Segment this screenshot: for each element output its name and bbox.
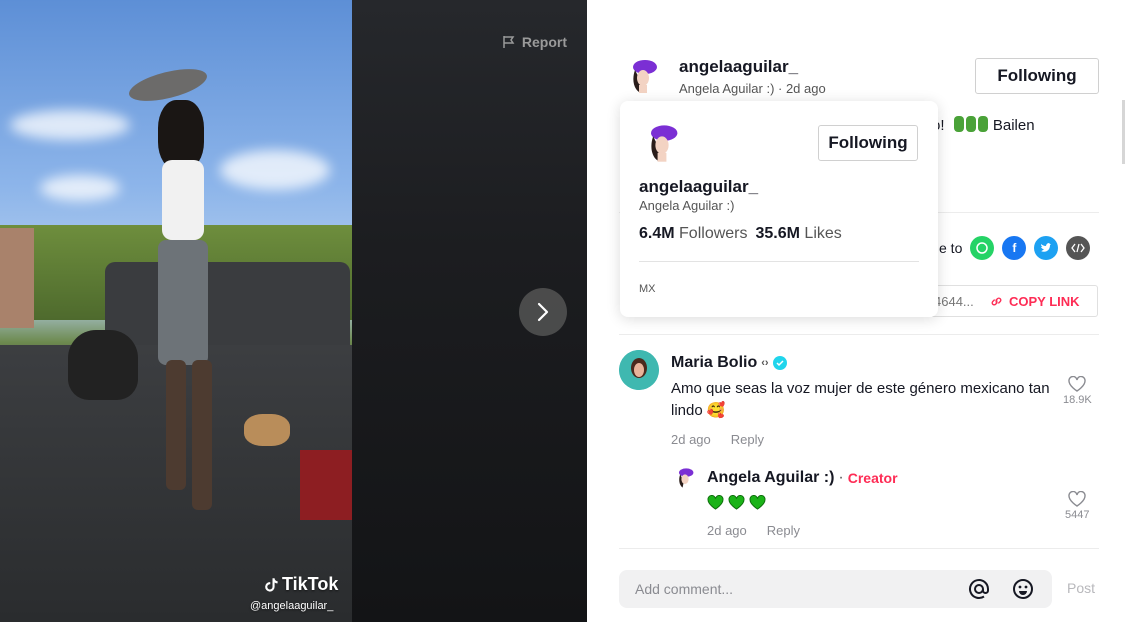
watermark-handle: @angelaaguilar_ [250,600,334,612]
comment-meta: 2d ago Reply [671,432,1091,447]
author-username[interactable]: angelaaguilar_ [679,57,826,77]
dog [68,330,138,400]
comment-like-button[interactable]: 5447 [1065,491,1089,521]
comment-text [707,495,1067,515]
likes-stat: 35.6M Likes [756,225,842,243]
person [126,62,220,510]
copy-link-label: COPY LINK [1009,293,1080,309]
jeans [158,240,208,365]
followers-stat: 6.4M Followers [639,225,748,243]
author-header: angelaaguilar_ Angela Aguilar :) · 2d ag… [623,56,826,96]
reply-button[interactable]: Reply [731,432,764,447]
author-subline: Angela Aguilar :) · 2d ago [679,80,826,96]
following-button[interactable]: Following [975,58,1099,94]
avatar-illustration [633,60,657,93]
copy-link-row: 4644... COPY LINK [932,285,1098,317]
likes-count: 35.6M [755,225,800,242]
share-row: e to f [939,236,1091,260]
emoji-icon[interactable] [1010,576,1036,602]
likes-label: Likes [804,225,842,242]
comment-input[interactable] [635,581,948,597]
avatar-illustration [679,468,694,488]
boot-left [166,360,186,490]
comment-time: 2d ago [671,432,711,447]
heart-outline-icon [1068,491,1086,507]
whatsapp-icon[interactable] [970,236,995,260]
commenter-avatar[interactable] [619,350,659,390]
link-icon [991,297,1002,305]
commenter-name[interactable]: Maria Bolio ‹› [671,354,1091,372]
name-separator: · [838,469,844,486]
name-suffix: ‹› [761,357,769,369]
reply-button[interactable]: Reply [767,523,800,538]
caption: o! Bailen [932,116,1035,134]
card-username[interactable]: angelaaguilar_ [639,177,758,197]
heart-outline-icon [1068,376,1087,392]
twitter-icon[interactable] [1034,236,1059,260]
video-url[interactable]: 4644... [932,294,980,309]
card-stats: 6.4M Followers 35.6M Likes [639,225,842,243]
followers-label: Followers [679,225,748,242]
divider [619,548,1099,549]
report-label: Report [521,34,567,50]
profile-hover-card: Following angelaaguilar_ Angela Aguilar … [620,101,938,317]
creator-name-text: Angela Aguilar :) [707,469,835,486]
card-display-name: Angela Aguilar :) [639,198,735,213]
top [162,160,204,240]
post-button[interactable]: Post [1067,580,1095,596]
video-panel[interactable]: TikTok @angelaaguilar_ Report [0,0,587,622]
creator-badge: Creator [847,470,898,486]
tiktok-watermark-text: TikTok [282,574,339,594]
comment-like-button[interactable]: 18.9K [1063,376,1092,406]
green-heart-icon [707,495,724,510]
card-divider [639,261,919,262]
comment-like-count: 5447 [1065,509,1090,521]
followers-count: 6.4M [639,225,675,242]
chevron-right-icon [537,302,549,322]
boot-right [192,360,212,510]
share-label: e to [939,240,963,256]
creator-name[interactable]: Angela Aguilar :) · Creator [707,469,1067,487]
avatar-illustration [651,125,678,162]
green-heart-icon [728,495,745,510]
embed-icon[interactable] [1066,236,1091,260]
verified-icon [772,356,787,370]
card-region: MX [639,283,656,295]
tail-light [300,450,352,520]
comment-time: 2d ago [707,523,747,538]
flag-icon [503,36,515,48]
card-following-button[interactable]: Following [818,125,918,161]
avatar-photo [619,350,659,390]
divider [619,334,1099,335]
cloud [10,110,130,140]
report-button[interactable]: Report [502,34,567,50]
video-frame[interactable]: TikTok @angelaaguilar_ [0,0,352,622]
tiktok-icon [265,577,278,592]
comment-bar [619,570,1052,608]
commenter-name-text: Maria Bolio [671,354,758,371]
wood-log [244,414,290,446]
house [0,228,34,328]
comment-text: Amo que seas la voz mujer de este género… [671,380,1050,419]
cloud [220,150,330,190]
facebook-icon[interactable]: f [1002,236,1027,260]
caption-tail: Bailen [992,117,1035,134]
copy-link-button[interactable]: COPY LINK [990,294,1080,309]
green-heart-icon [749,495,766,510]
cloud [40,175,120,201]
card-avatar[interactable] [640,121,684,165]
comment-like-count: 18.9K [1063,394,1092,406]
tiktok-watermark: TikTok [262,574,338,595]
cactus-emoji [953,116,989,134]
comment-meta: 2d ago Reply [707,523,1067,538]
cowboy-hat [126,62,210,108]
mention-icon[interactable] [966,576,992,602]
creator-avatar[interactable] [673,466,697,490]
next-video-button[interactable] [519,288,567,336]
author-avatar[interactable] [623,56,663,96]
